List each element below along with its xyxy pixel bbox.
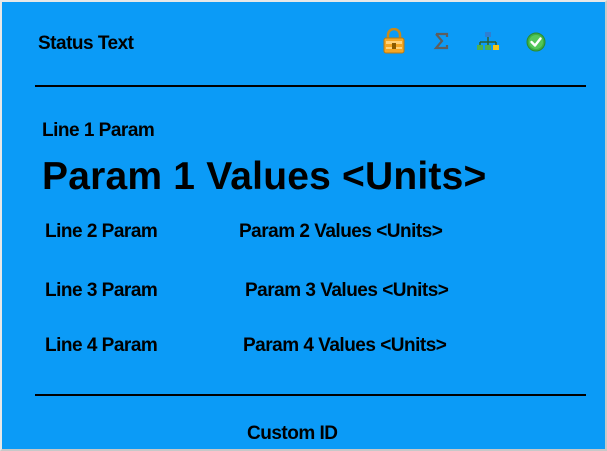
line3-param-value: Param 3 Values <Units> bbox=[245, 280, 449, 301]
line2-param-label: Line 2 Param bbox=[45, 221, 158, 242]
line4-param-label: Line 4 Param bbox=[45, 335, 158, 356]
sigma-icon[interactable] bbox=[430, 28, 454, 54]
custom-id-label: Custom ID bbox=[247, 423, 338, 444]
line4-param-value: Param 4 Values <Units> bbox=[243, 335, 447, 356]
bottom-divider bbox=[35, 394, 586, 396]
status-panel: Status Text Line 1 Param Param 1 Values … bbox=[0, 0, 607, 451]
line1-param-label: Line 1 Param bbox=[42, 120, 155, 141]
line3-param-label: Line 3 Param bbox=[45, 280, 158, 301]
network-icon[interactable] bbox=[476, 28, 500, 54]
status-text: Status Text bbox=[38, 33, 134, 54]
line2-param-value: Param 2 Values <Units> bbox=[239, 221, 443, 242]
top-divider bbox=[35, 85, 586, 87]
line1-param-value: Param 1 Values <Units> bbox=[42, 155, 487, 198]
check-icon[interactable] bbox=[524, 28, 548, 54]
lock-icon[interactable] bbox=[382, 27, 406, 54]
